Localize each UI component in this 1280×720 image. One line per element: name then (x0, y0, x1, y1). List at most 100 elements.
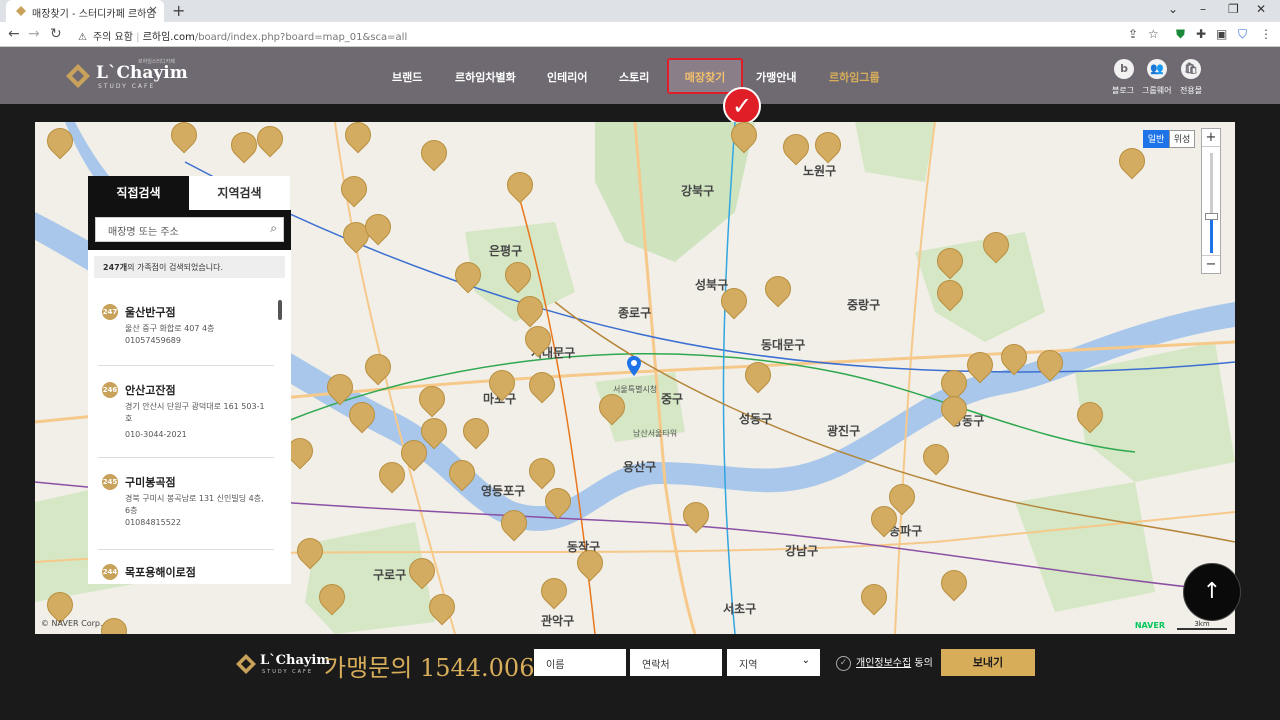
store-pin[interactable] (809, 126, 847, 164)
store-pin[interactable] (413, 380, 451, 418)
store-pin[interactable] (499, 256, 537, 294)
store-pin[interactable] (495, 504, 533, 542)
privacy-link[interactable]: 개인정보수집 (856, 658, 911, 669)
store-pin[interactable] (251, 122, 289, 158)
store-pin[interactable] (777, 128, 815, 166)
store-pin[interactable] (511, 290, 549, 328)
store-pin[interactable] (443, 454, 481, 492)
store-pin[interactable] (677, 496, 715, 534)
tab-direct-search[interactable]: 직접검색 (88, 176, 189, 210)
store-pin[interactable] (415, 412, 453, 450)
blog-label[interactable]: 블로그 (1112, 85, 1134, 96)
extension-shield-icon[interactable]: ⛊ (1176, 27, 1185, 42)
menu-kebab-icon[interactable]: ⋮ (1260, 27, 1272, 41)
reload-icon[interactable]: ↻ (50, 26, 62, 42)
store-name[interactable]: 구미봉곡점 (125, 474, 176, 490)
store-pin[interactable] (359, 208, 397, 246)
restore-icon[interactable]: ❐ (1228, 2, 1239, 16)
store-pin[interactable] (593, 388, 631, 426)
store-pin[interactable] (313, 578, 351, 616)
store-pin[interactable] (917, 438, 955, 476)
menu-brand[interactable]: 브랜드 (392, 69, 422, 85)
store-pin[interactable] (165, 122, 203, 154)
store-pin[interactable] (403, 552, 441, 590)
store-name[interactable]: 울산반구점 (125, 304, 176, 320)
sidepanel-icon[interactable]: ▣ (1216, 27, 1227, 41)
shop-label[interactable]: 전용몰 (1180, 85, 1202, 96)
menu-interior[interactable]: 인테리어 (547, 69, 587, 85)
store-pin[interactable] (1071, 396, 1109, 434)
store-pin[interactable] (449, 256, 487, 294)
menu-story[interactable]: 스토리 (619, 69, 649, 85)
store-pin[interactable] (931, 274, 969, 312)
store-pin[interactable] (519, 320, 557, 358)
store-pin[interactable] (523, 452, 561, 490)
store-pin[interactable] (539, 482, 577, 520)
store-pin[interactable] (41, 122, 79, 160)
store-pin[interactable] (725, 122, 763, 154)
store-pin[interactable] (339, 122, 377, 154)
store-pin[interactable] (571, 544, 609, 582)
close-tab-icon[interactable]: × (148, 3, 158, 17)
browser-tab[interactable]: 매장찾기 - 스터디카페 르하임 × (6, 0, 164, 22)
store-pin[interactable] (995, 338, 1033, 376)
store-pin[interactable] (977, 226, 1015, 264)
search-input[interactable]: 매장명 또는 주소 ⌕ (95, 217, 284, 242)
extensions-puzzle-icon[interactable]: ✚ (1196, 27, 1206, 41)
zoom-handle[interactable] (1205, 213, 1218, 220)
list-item[interactable]: 246 안산고잔점 경기 안산시 단원구 광덕대로 161 503-1호 010… (98, 380, 274, 458)
store-pin[interactable] (865, 500, 903, 538)
list-item[interactable]: 247 울산반구점 울산 중구 화합로 407 4층 01057459689 (98, 302, 274, 366)
store-pin[interactable] (483, 364, 521, 402)
zoom-in-button[interactable]: + (1202, 129, 1220, 147)
close-window-icon[interactable]: ✕ (1256, 2, 1266, 16)
naver-logo[interactable]: NAVER (1135, 621, 1165, 630)
store-pin[interactable] (1031, 344, 1069, 382)
profile-shield-icon[interactable]: ⛉ (1238, 27, 1247, 42)
store-pin[interactable] (935, 390, 973, 428)
list-item[interactable]: 244 목포용해이로점 (98, 562, 274, 584)
store-pin[interactable] (423, 588, 461, 626)
store-name[interactable]: 목포용해이로점 (125, 564, 196, 580)
send-button[interactable]: 보내기 (941, 649, 1035, 676)
privacy-agree[interactable]: ✓ 개인정보수집 동의 (836, 654, 933, 671)
groupware-icon[interactable]: 👥 (1147, 59, 1167, 79)
chevron-down-icon[interactable]: ⌄ (1168, 2, 1178, 16)
share-icon[interactable]: ⇪ (1128, 27, 1138, 41)
store-pin[interactable] (931, 242, 969, 280)
bookmark-star-icon[interactable]: ☆ (1148, 27, 1159, 41)
store-pin[interactable] (291, 532, 329, 570)
store-pin[interactable] (225, 126, 263, 164)
warning-icon[interactable]: ⚠ (78, 32, 87, 43)
shop-icon[interactable]: 🛍 (1181, 59, 1201, 79)
store-pin[interactable] (715, 282, 753, 320)
store-pin[interactable] (855, 578, 893, 616)
scroll-top-button[interactable]: ↑ (1183, 563, 1241, 621)
location-marker-icon[interactable] (627, 356, 641, 376)
blog-icon[interactable]: b (1114, 59, 1134, 79)
store-pin[interactable] (457, 412, 495, 450)
groupware-label[interactable]: 그룹웨어 (1142, 85, 1171, 96)
store-pin[interactable] (415, 134, 453, 172)
store-pin[interactable] (501, 166, 539, 204)
map-type-normal-button[interactable]: 일반 (1143, 130, 1169, 148)
map-type-satellite-button[interactable]: 위성 (1169, 130, 1195, 148)
forward-icon[interactable]: → (28, 26, 40, 42)
search-icon[interactable]: ⌕ (270, 221, 277, 236)
list-item[interactable]: 245 구미봉곡점 경북 구미시 봉곡남로 131 신인빌딩 4층, 6층 01… (98, 472, 274, 550)
store-pin[interactable] (535, 572, 573, 610)
tab-region-search[interactable]: 지역검색 (189, 176, 290, 210)
store-pin[interactable] (95, 612, 133, 634)
store-pin[interactable] (935, 564, 973, 602)
store-pin[interactable] (759, 270, 797, 308)
store-pin[interactable] (961, 346, 999, 384)
store-pin[interactable] (359, 348, 397, 386)
zoom-out-button[interactable]: − (1202, 255, 1220, 273)
store-pin[interactable] (335, 170, 373, 208)
store-pin[interactable] (523, 366, 561, 404)
phone-input[interactable]: 연락처 (630, 649, 722, 676)
store-pin[interactable] (739, 356, 777, 394)
store-name[interactable]: 안산고잔점 (125, 382, 176, 398)
menu-differentiation[interactable]: 르하임차별화 (455, 69, 516, 85)
page-scrollbar[interactable] (1268, 104, 1280, 720)
